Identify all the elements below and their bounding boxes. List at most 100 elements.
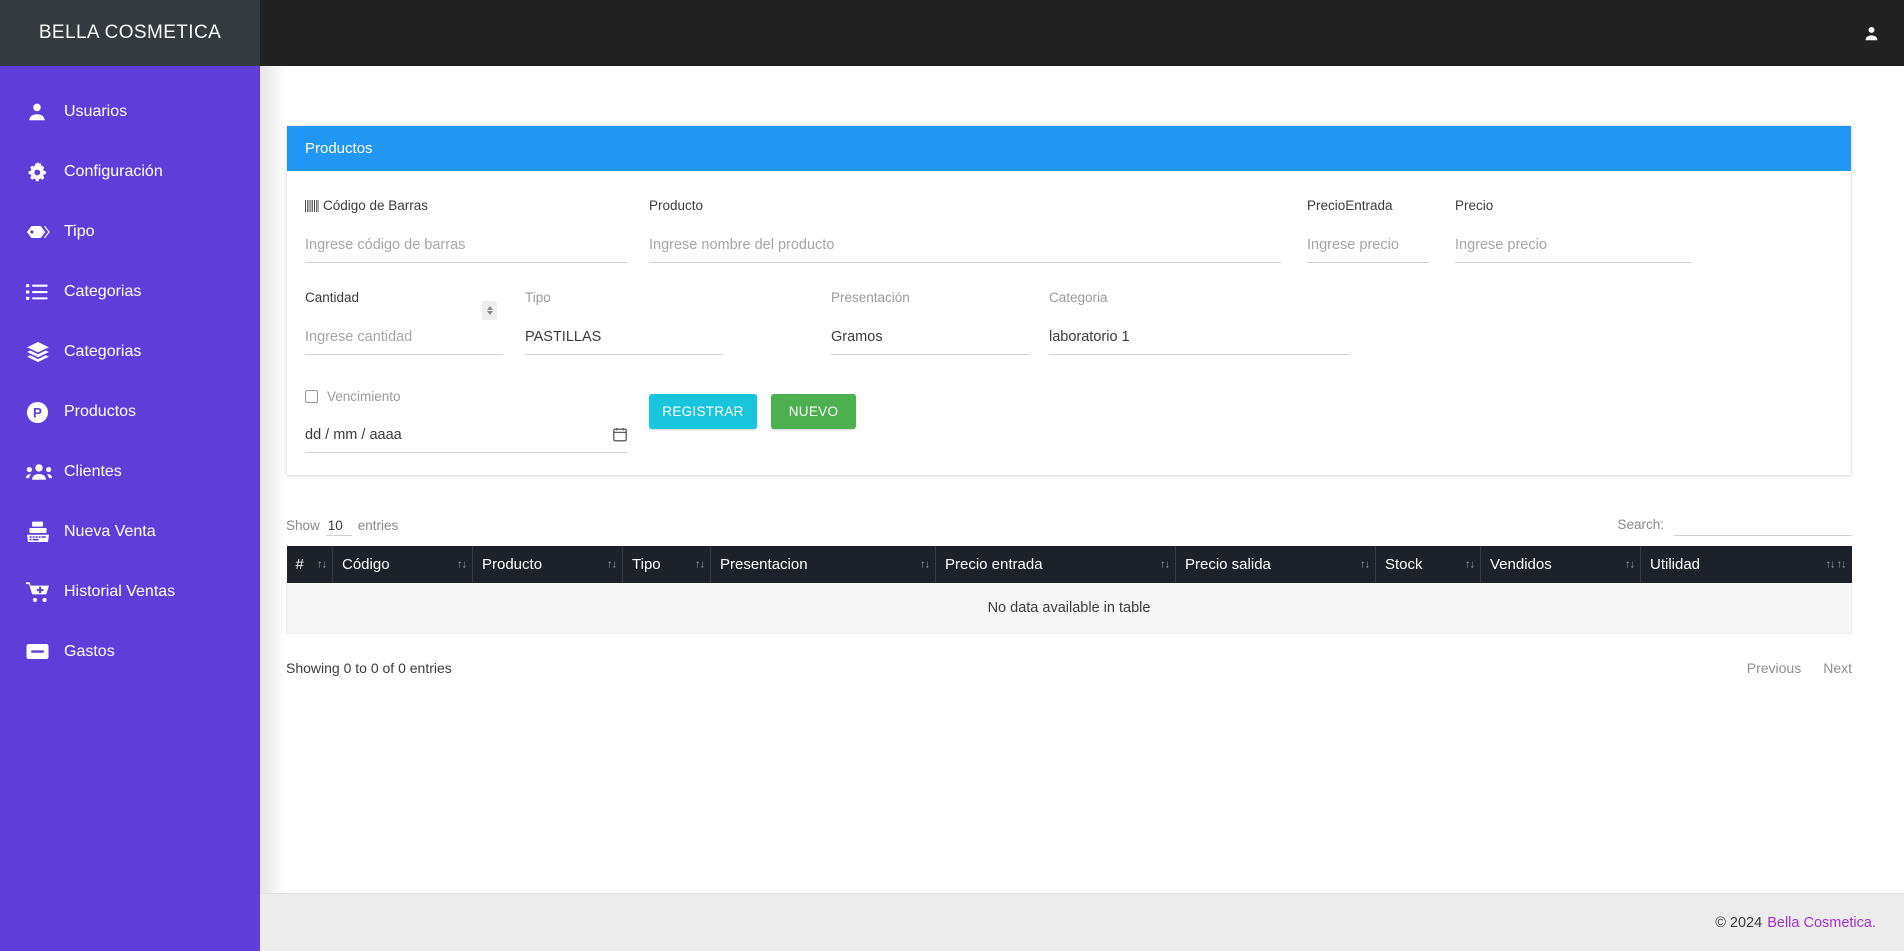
stepper-down-icon bbox=[486, 311, 493, 315]
p-circle-icon: P bbox=[26, 399, 60, 425]
sidebar-item-label: Historial Ventas bbox=[64, 583, 176, 600]
form-row-3: Vencimiento dd / mm / aaaa REGISTRAR NUE… bbox=[305, 371, 1833, 453]
col-header-vendidos[interactable]: Vendidos ↑↓ bbox=[1480, 546, 1641, 583]
form-row-1: Código de Barras Producto PrecioEntrada bbox=[305, 189, 1833, 263]
svg-text:P: P bbox=[33, 405, 42, 420]
date-placeholder-text: dd / mm / aaaa bbox=[305, 426, 402, 443]
field-precio: Precio bbox=[1455, 189, 1691, 263]
sidebar-item-label: Categorias bbox=[64, 343, 142, 360]
sort-icon: ↑↓ bbox=[317, 558, 327, 570]
field-precio-entrada: PrecioEntrada bbox=[1307, 189, 1429, 263]
col-header-producto[interactable]: Producto ↑↓ bbox=[472, 546, 623, 583]
col-header-utilidad[interactable]: Utilidad ↑↓ ↑↓ bbox=[1640, 546, 1852, 583]
sort-icon: ↑↓ bbox=[1360, 558, 1370, 570]
nuevo-button[interactable]: NUEVO bbox=[771, 394, 856, 429]
table-body: No data available in table bbox=[286, 583, 1852, 634]
codigo-barras-input[interactable] bbox=[305, 231, 627, 263]
col-label: Precio entrada bbox=[945, 556, 1043, 573]
registrar-button[interactable]: REGISTRAR bbox=[649, 394, 757, 429]
sort-icon: ↑↓ bbox=[1160, 558, 1170, 570]
sidebar-item-categorias-list[interactable]: Categorias bbox=[0, 262, 260, 322]
sidebar-item-productos[interactable]: P Productos bbox=[0, 382, 260, 442]
categoria-input[interactable] bbox=[1049, 323, 1349, 355]
sort-icon: ↑↓ bbox=[1465, 558, 1475, 570]
tipo-input[interactable] bbox=[525, 323, 723, 355]
cantidad-input[interactable] bbox=[305, 323, 503, 355]
sidebar-item-categorias-layers[interactable]: Categorias bbox=[0, 322, 260, 382]
col-label: Precio salida bbox=[1185, 556, 1271, 573]
search-input[interactable] bbox=[1674, 514, 1852, 536]
sidebar-item-label: Clientes bbox=[64, 463, 122, 480]
cantidad-stepper[interactable] bbox=[482, 301, 497, 320]
table-header-row: # ↑↓ Código ↑↓ Producto ↑↓ Tipo ↑↓ Prese… bbox=[286, 546, 1852, 583]
field-presentacion: Presentación bbox=[831, 281, 1029, 355]
presentacion-input[interactable] bbox=[831, 323, 1029, 355]
sidebar-item-gastos[interactable]: Gastos bbox=[0, 622, 260, 682]
vencimiento-date-input[interactable]: dd / mm / aaaa bbox=[305, 421, 627, 453]
sidebar-item-clientes[interactable]: Clientes bbox=[0, 442, 260, 502]
precio-label: Precio bbox=[1455, 198, 1494, 213]
minus-box-icon bbox=[26, 639, 60, 665]
productos-table-block: Show 10 25 50 100 entries Search: bbox=[286, 502, 1852, 676]
page-length-select[interactable]: 10 25 50 100 bbox=[325, 518, 352, 536]
col-header-codigo[interactable]: Código ↑↓ bbox=[332, 546, 473, 583]
form-row-2: Cantidad Tipo Presentaci bbox=[305, 281, 1833, 355]
user-icon bbox=[26, 99, 60, 125]
table-footer: Showing 0 to 0 of 0 entries Previous Nex… bbox=[286, 660, 1852, 676]
col-header-presentacion[interactable]: Presentacion ↑↓ bbox=[710, 546, 936, 583]
sidebar-item-label: Tipo bbox=[64, 223, 95, 240]
producto-input[interactable] bbox=[649, 231, 1281, 263]
col-header-precio-entrada[interactable]: Precio entrada ↑↓ bbox=[935, 546, 1176, 583]
precio-entrada-label: PrecioEntrada bbox=[1307, 198, 1393, 213]
sidebar-item-label: Categorias bbox=[64, 283, 142, 300]
precio-entrada-input[interactable] bbox=[1307, 231, 1429, 263]
topbar-user-icon[interactable] bbox=[1863, 25, 1880, 42]
sidebar-item-nueva-venta[interactable]: Nueva Venta bbox=[0, 502, 260, 562]
pagination-next[interactable]: Next bbox=[1823, 660, 1852, 676]
content: Productos Código de Barras Ingrese códig… bbox=[260, 66, 1904, 893]
col-label: Producto bbox=[482, 556, 543, 573]
layers-icon bbox=[26, 339, 60, 365]
vencimiento-checkbox[interactable] bbox=[305, 389, 318, 403]
sidebar-item-label: Nueva Venta bbox=[64, 523, 156, 540]
field-categoria: Categoria bbox=[1049, 281, 1349, 355]
sidebar-item-label: Usuarios bbox=[64, 103, 128, 120]
label-text: Código de Barras bbox=[323, 198, 429, 213]
col-header-stock[interactable]: Stock ↑↓ bbox=[1375, 546, 1481, 583]
tag-icon bbox=[26, 219, 60, 245]
pagination-previous[interactable]: Previous bbox=[1747, 660, 1801, 676]
sidebar-item-tipo[interactable]: Tipo bbox=[0, 202, 260, 262]
col-label: Código bbox=[342, 556, 390, 573]
card-header: Productos bbox=[287, 126, 1851, 171]
col-label: Stock bbox=[1385, 556, 1423, 573]
sidebar-item-configuracion[interactable]: Configuración bbox=[0, 142, 260, 202]
tipo-label: Tipo bbox=[525, 290, 551, 305]
table-head: # ↑↓ Código ↑↓ Producto ↑↓ Tipo ↑↓ Prese… bbox=[286, 546, 1852, 583]
content-shadow bbox=[260, 66, 286, 893]
footer-brand-link[interactable]: Bella Cosmetica. bbox=[1767, 915, 1876, 931]
col-header-tipo[interactable]: Tipo ↑↓ bbox=[622, 546, 711, 583]
footer-copyright: © 2024 bbox=[1715, 914, 1763, 931]
pagination: Previous Next bbox=[1747, 660, 1852, 676]
vencimiento-label: Vencimiento bbox=[327, 388, 401, 404]
table-search: Search: bbox=[1617, 514, 1852, 536]
col-header-precio-salida[interactable]: Precio salida ↑↓ bbox=[1175, 546, 1376, 583]
calendar-icon[interactable] bbox=[613, 427, 627, 442]
main-area: Productos Código de Barras Ingrese códig… bbox=[260, 0, 1904, 951]
col-header-hash[interactable]: # ↑↓ bbox=[286, 546, 333, 583]
table-info: Showing 0 to 0 of 0 entries bbox=[286, 660, 452, 676]
presentacion-label: Presentación bbox=[831, 290, 910, 305]
card-body: Código de Barras Producto PrecioEntrada bbox=[287, 171, 1851, 475]
sidebar-item-historial-ventas[interactable]: Historial Ventas bbox=[0, 562, 260, 622]
users-group-icon bbox=[26, 459, 60, 485]
sidebar-item-usuarios[interactable]: Usuarios bbox=[0, 82, 260, 142]
sidebar-item-label: Configuración bbox=[64, 163, 163, 180]
productos-card: Productos Código de Barras Ingrese códig… bbox=[286, 125, 1852, 476]
gears-icon bbox=[26, 159, 60, 185]
col-label: # bbox=[295, 556, 304, 573]
stepper-up-icon bbox=[486, 306, 493, 310]
sidebar-item-label: Productos bbox=[64, 403, 137, 420]
brand-logo[interactable]: BELLA COSMETICA bbox=[0, 0, 260, 66]
productos-table: # ↑↓ Código ↑↓ Producto ↑↓ Tipo ↑↓ Prese… bbox=[286, 546, 1852, 634]
precio-input[interactable] bbox=[1455, 231, 1691, 263]
